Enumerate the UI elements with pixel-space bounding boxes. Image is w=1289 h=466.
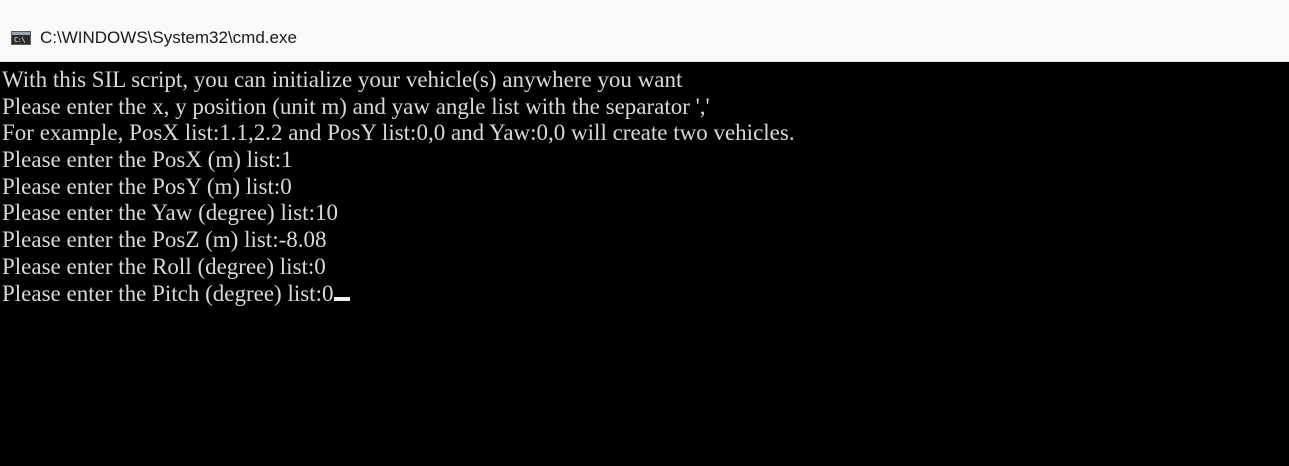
console-line: Please enter the PosX (m) list:1: [2, 147, 293, 173]
console-line-text: Please enter the Pitch (degree) list:0: [2, 280, 334, 306]
cmd-window: C:\ C:\WINDOWS\System32\cmd.exe With thi…: [0, 0, 1289, 466]
cmd-icon[interactable]: C:\: [11, 31, 31, 45]
console-input-line[interactable]: Please enter the Pitch (degree) list:0: [2, 281, 795, 308]
console-line: Please enter the Yaw (degree) list:10: [2, 200, 338, 226]
console-line: Please enter the PosZ (m) list:-8.08: [2, 227, 327, 253]
console-line: Please enter the x, y position (unit m) …: [2, 93, 710, 119]
console-lines: With this SIL script, you can initialize…: [2, 67, 795, 307]
window-title: C:\WINDOWS\System32\cmd.exe: [40, 28, 297, 47]
text-cursor: [334, 296, 351, 301]
console-line: For example, PosX list:1.1,2.2 and PosY …: [2, 120, 795, 146]
cmd-icon-bar: [12, 32, 30, 35]
console-line: Please enter the Roll (degree) list:0: [2, 253, 326, 279]
console-line: Please enter the PosY (m) list:0: [2, 173, 292, 199]
console-line: With this SIL script, you can initialize…: [2, 67, 683, 92]
console-output[interactable]: With this SIL script, you can initialize…: [0, 63, 1289, 466]
title-bar[interactable]: C:\ C:\WINDOWS\System32\cmd.exe: [0, 0, 1289, 62]
cmd-icon-glyph: C:\: [14, 36, 26, 44]
